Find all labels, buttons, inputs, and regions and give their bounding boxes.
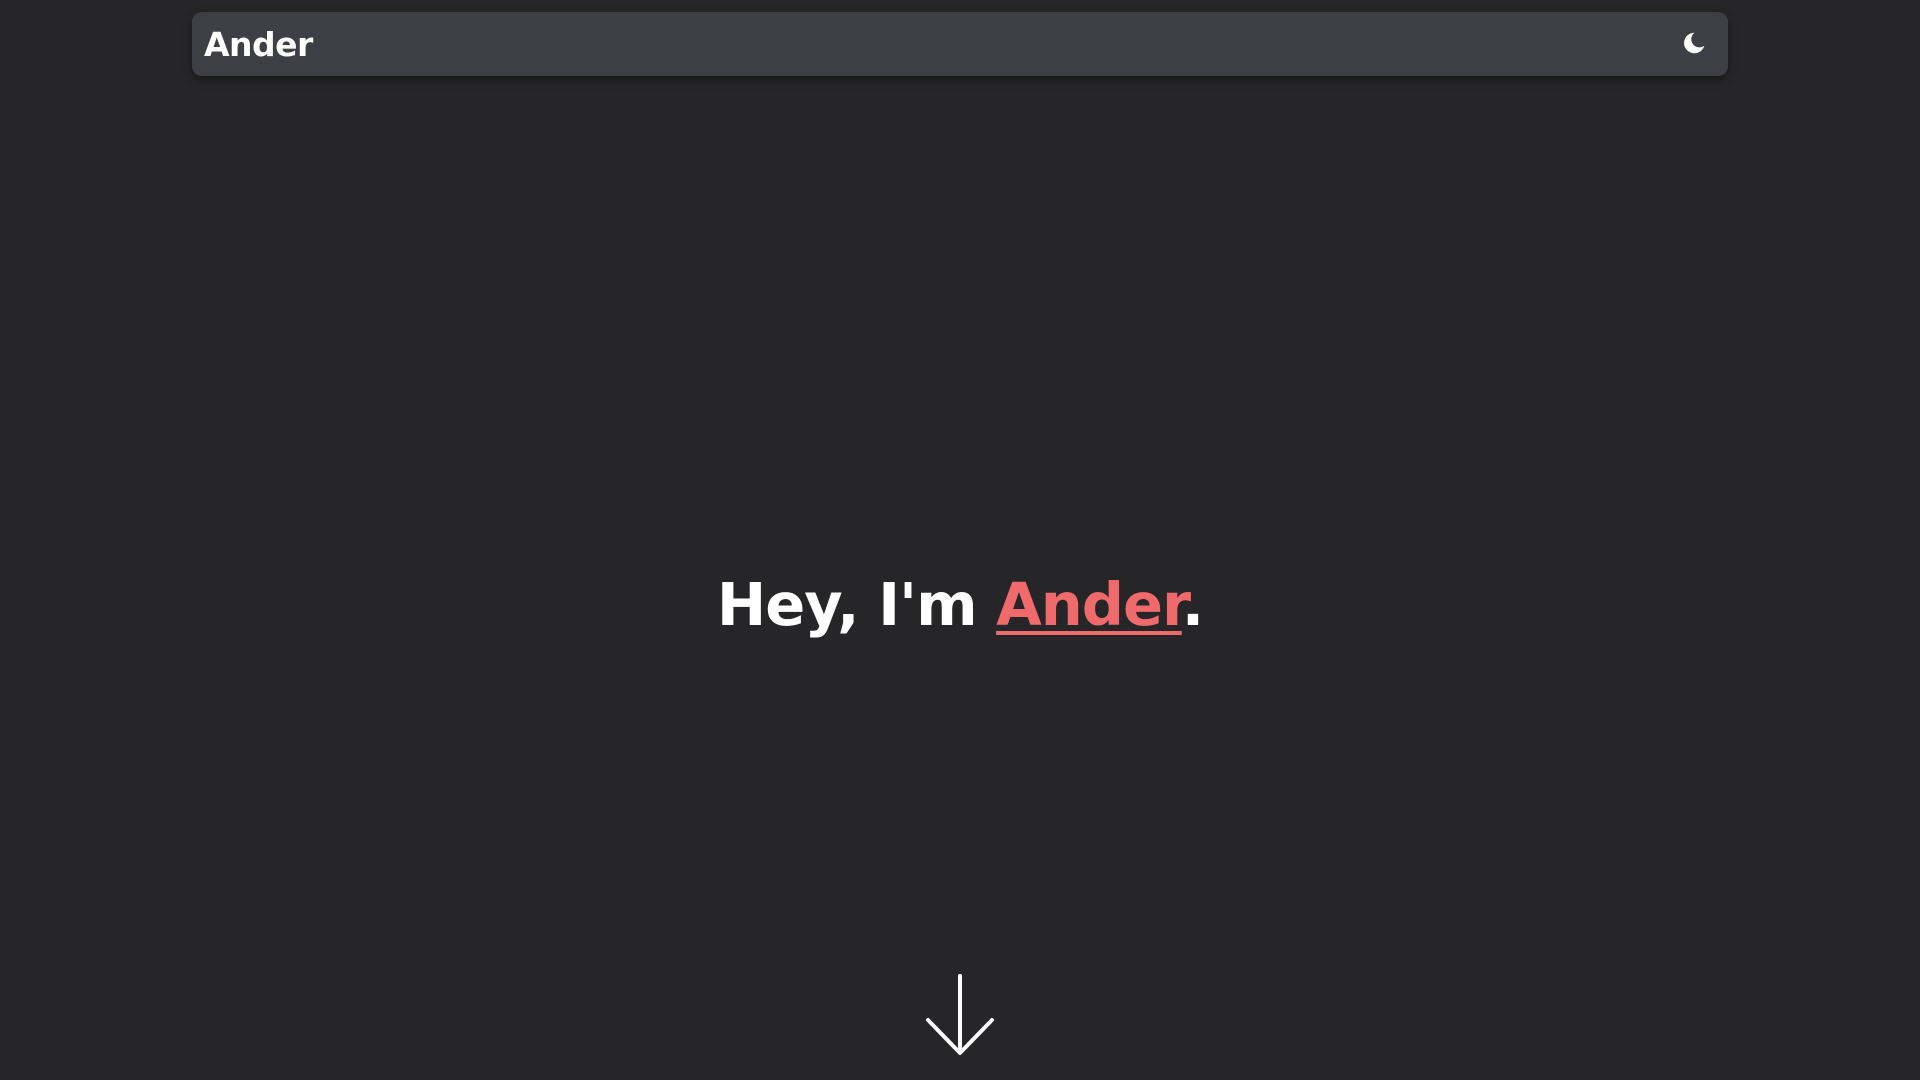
hero-greeting: Hey, I'm: [716, 569, 997, 639]
navbar: Ander: [192, 12, 1728, 76]
brand-link[interactable]: Ander: [204, 25, 313, 64]
hero-punctuation: .: [1181, 569, 1204, 639]
theme-toggle-button[interactable]: [1674, 24, 1714, 64]
hero-name-link[interactable]: Ander: [996, 570, 1183, 639]
hero-heading: Hey, I'm Ander.: [0, 560, 1920, 650]
moon-icon: [1681, 30, 1707, 59]
arrow-down-icon: [922, 972, 998, 1062]
scroll-down-button[interactable]: [922, 972, 998, 1058]
